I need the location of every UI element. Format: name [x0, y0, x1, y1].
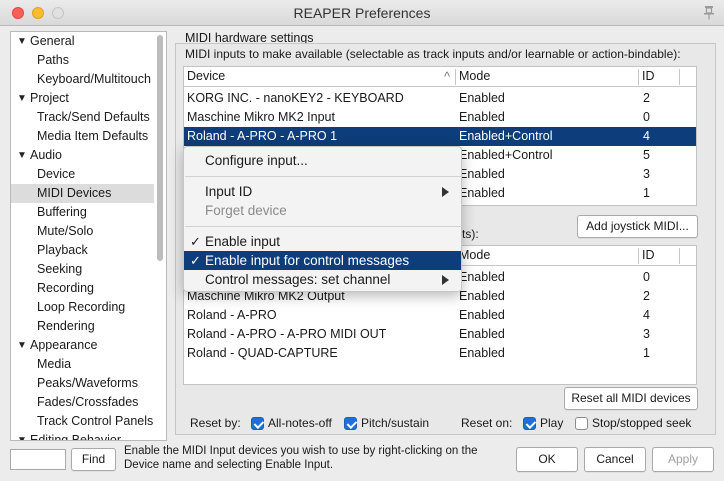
collapse-arrow-icon[interactable]: ▼: [17, 146, 27, 165]
tree-item-paths[interactable]: Paths: [11, 51, 154, 70]
column-divider[interactable]: [679, 248, 680, 264]
column-header-id[interactable]: ID: [640, 246, 696, 266]
checkmark-icon: ✓: [190, 253, 201, 268]
menu-separator: [185, 226, 462, 227]
all-notes-off-label: All-notes-off: [268, 416, 332, 430]
submenu-arrow-icon: [442, 187, 449, 197]
menu-item-input-id[interactable]: Input ID: [184, 182, 461, 201]
cancel-button[interactable]: Cancel: [584, 447, 646, 472]
window-title: REAPER Preferences: [293, 5, 431, 21]
tree-item-track-send-defaults[interactable]: Track/Send Defaults: [11, 108, 154, 127]
menu-separator: [185, 176, 462, 177]
column-header-mode[interactable]: Mode: [456, 246, 640, 266]
add-joystick-midi-button[interactable]: Add joystick MIDI...: [577, 215, 698, 238]
menu-item-set-channel[interactable]: Control messages: set channel: [184, 270, 461, 289]
sidebar-scroll-thumb[interactable]: [157, 35, 163, 261]
play-checkbox[interactable]: [523, 417, 536, 430]
find-button[interactable]: Find: [71, 448, 116, 471]
submenu-arrow-icon: [442, 275, 449, 285]
menu-item-forget-device: Forget device: [205, 203, 287, 218]
table-row[interactable]: Roland - A-PRO - A-PRO MIDI OUT Enabled …: [184, 325, 696, 344]
sort-arrow-icon: ^: [444, 70, 450, 84]
table-row[interactable]: KORG INC. - nanoKEY2 - KEYBOARD Enabled …: [184, 89, 696, 108]
column-divider[interactable]: [638, 248, 639, 264]
tree-item-peaks-waveforms[interactable]: Peaks/Waveforms: [11, 374, 154, 393]
apply-button[interactable]: Apply: [652, 447, 714, 472]
reset-by-label: Reset by:: [190, 416, 241, 430]
pin-icon[interactable]: [702, 5, 716, 21]
tree-item-fades-crossfades[interactable]: Fades/Crossfades: [11, 393, 154, 412]
tree-item-media-item-defaults[interactable]: Media Item Defaults: [11, 127, 154, 146]
tree-item-rendering[interactable]: Rendering: [11, 317, 154, 336]
tree-item-recording[interactable]: Recording: [11, 279, 154, 298]
table-row[interactable]: Maschine Mikro MK2 Input Enabled 0: [184, 108, 696, 127]
menu-item-enable-control-messages[interactable]: ✓ Enable input for control messages: [184, 251, 461, 270]
all-notes-off-checkbox[interactable]: [251, 417, 264, 430]
column-divider[interactable]: [679, 69, 680, 85]
collapse-arrow-icon[interactable]: ▼: [17, 336, 27, 355]
tree-item-appearance[interactable]: ▼ Appearance: [11, 336, 154, 355]
collapse-arrow-icon[interactable]: ▼: [17, 32, 27, 51]
tree-item-project[interactable]: ▼ Project: [11, 89, 154, 108]
tree-item-media[interactable]: Media: [11, 355, 154, 374]
menu-item-enable-input[interactable]: ✓ Enable input: [184, 232, 461, 251]
tree-item-audio[interactable]: ▼ Audio: [11, 146, 154, 165]
help-text: Enable the MIDI Input devices you wish t…: [124, 445, 478, 471]
tree-item-general[interactable]: ▼ General: [11, 32, 154, 51]
tree-item-seeking[interactable]: Seeking: [11, 260, 154, 279]
tree-item-track-control-panels[interactable]: Track Control Panels: [11, 412, 154, 431]
table-row[interactable]: Roland - A-PRO Enabled 4: [184, 306, 696, 325]
collapse-arrow-icon[interactable]: ▼: [17, 431, 27, 440]
context-menu: Configure input... Input ID Forget devic…: [183, 146, 462, 292]
stop-stopped-seek-label: Stop/stopped seek: [592, 416, 692, 430]
table-row[interactable]: Roland - QUAD-CAPTURE Enabled 1: [184, 344, 696, 363]
tree-item-midi-devices[interactable]: MIDI Devices: [11, 184, 154, 203]
checkmark-icon: ✓: [190, 234, 201, 249]
table-row-selected[interactable]: Roland - A-PRO - A-PRO 1 Enabled+Control…: [184, 127, 696, 146]
tree-item-keyboard-multitouch[interactable]: Keyboard/Multitouch: [11, 70, 154, 89]
tree-item-device[interactable]: Device: [11, 165, 154, 184]
collapse-arrow-icon[interactable]: ▼: [17, 89, 27, 108]
menu-item-configure-input[interactable]: Configure input...: [184, 151, 461, 170]
tree-item-buffering[interactable]: Buffering: [11, 203, 154, 222]
inputs-caption: MIDI inputs to make available (selectabl…: [185, 47, 681, 61]
title-bar: REAPER Preferences: [0, 0, 724, 26]
sidebar-scrollbar[interactable]: [155, 33, 165, 439]
find-input[interactable]: [10, 449, 66, 470]
stop-stopped-seek-checkbox[interactable]: [575, 417, 588, 430]
play-label: Play: [540, 416, 564, 430]
column-divider[interactable]: [638, 69, 639, 85]
pitch-sustain-checkbox[interactable]: [344, 417, 357, 430]
tree-item-editing-behavior[interactable]: ▼ Editing Behavior: [11, 431, 154, 440]
pitch-sustain-label: Pitch/sustain: [361, 416, 430, 430]
tree-item-playback[interactable]: Playback: [11, 241, 154, 260]
tree-item-mute-solo[interactable]: Mute/Solo: [11, 222, 154, 241]
reset-on-label: Reset on:: [461, 416, 513, 430]
outputs-caption: ts):: [462, 227, 479, 241]
reset-all-midi-devices-button[interactable]: Reset all MIDI devices: [564, 387, 698, 410]
column-header-id[interactable]: ID: [640, 67, 696, 87]
column-header-mode[interactable]: Mode: [456, 67, 640, 87]
column-header-device[interactable]: Device ^: [184, 67, 456, 87]
preferences-tree: ▼ General Paths Keyboard/Multitouch ▼ Proj…: [10, 31, 167, 441]
ok-button[interactable]: OK: [516, 447, 578, 472]
tree-item-loop-recording[interactable]: Loop Recording: [11, 298, 154, 317]
